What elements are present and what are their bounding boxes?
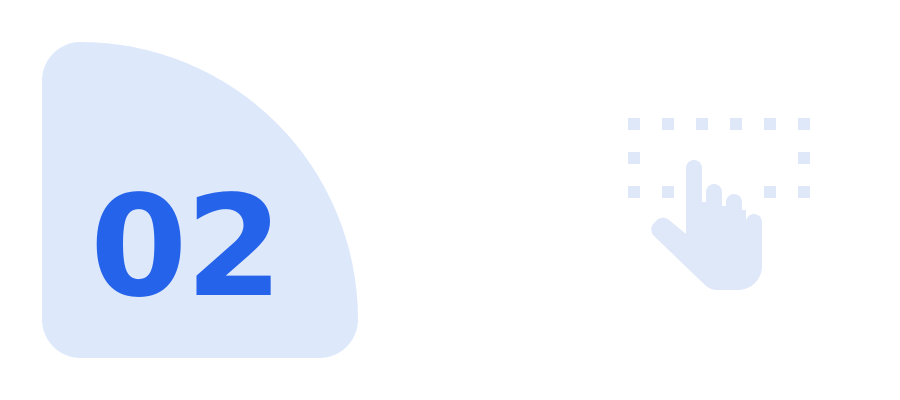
step-number: 02 [90,166,283,329]
step-badge: 02 [42,42,358,358]
step-card: 02 [0,0,900,400]
tap-select-icon [620,110,820,300]
